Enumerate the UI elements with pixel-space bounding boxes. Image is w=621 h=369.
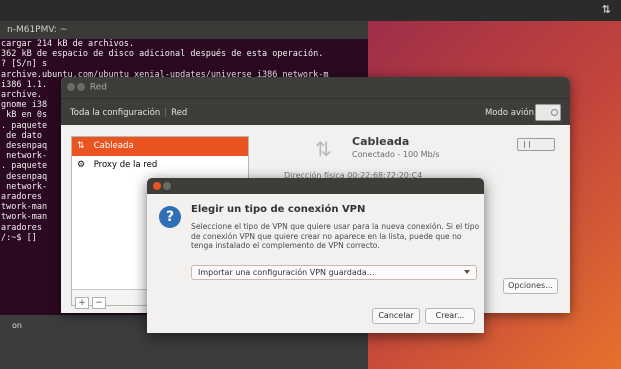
sidebar-item-proxy[interactable]: ⚙ Proxy de la red [72, 156, 248, 175]
select-value: Importar una configuración VPN guardada.… [198, 268, 375, 277]
network-toolbar: Toda la configuración | Red Modo avión [61, 98, 570, 125]
network-indicator-icon[interactable]: ⇅ [602, 3, 611, 16]
connection-title: Cableada [352, 135, 410, 148]
proxy-icon: ⚙ [77, 160, 86, 170]
vpn-type-select[interactable]: Importar una configuración VPN guardada.… [191, 265, 477, 280]
terminal-line: cargar 214 kB de archivos. [1, 39, 135, 49]
close-icon[interactable] [67, 82, 75, 91]
terminal-lower-text: on [12, 321, 22, 330]
sidebar-item-label: Cableada [93, 141, 134, 151]
close-icon[interactable] [153, 182, 161, 190]
chevron-down-icon [464, 270, 470, 274]
airplane-mode-label: Modo avión [484, 108, 534, 118]
wired-connection-switch[interactable] [517, 138, 555, 151]
connection-status: Conectado - 100 Mb/s [352, 150, 440, 159]
breadcrumb-separator: | [164, 108, 168, 118]
window-controls[interactable] [67, 82, 87, 92]
question-icon: ? [159, 206, 181, 228]
top-panel: ⇅ [0, 0, 621, 21]
minimize-icon[interactable] [163, 182, 171, 190]
switch-knob [551, 109, 558, 116]
airplane-mode-switch[interactable] [535, 104, 561, 121]
options-button[interactable]: Opciones... [503, 278, 558, 294]
dialog-titlebar[interactable] [147, 178, 484, 194]
switch-knob [524, 141, 530, 148]
breadcrumb-all-settings[interactable]: Toda la configuración [70, 108, 160, 118]
terminal-line: 362 kB de espacio de disco adicional des… [1, 49, 324, 60]
add-connection-button[interactable]: + [75, 297, 89, 309]
minimize-icon[interactable] [77, 82, 85, 91]
breadcrumb-network: Red [171, 108, 188, 118]
dialog-description: Seleccione el tipo de VPN que quiere usa… [191, 222, 480, 250]
network-window-titlebar[interactable]: Red [61, 77, 570, 98]
terminal-title: n-M61PMV: ~ [0, 21, 368, 39]
wired-network-icon: ⇅ [77, 141, 85, 151]
wired-connection-icon: ⇅ [315, 137, 332, 161]
cancel-button[interactable]: Cancelar [372, 308, 420, 324]
remove-connection-button[interactable]: − [92, 297, 106, 309]
create-button[interactable]: Crear... [425, 308, 475, 324]
vpn-type-dialog: ? Elegir un tipo de conexión VPN Selecci… [147, 178, 484, 333]
dialog-heading: Elegir un tipo de conexión VPN [191, 204, 366, 215]
window-title: Red [89, 82, 107, 93]
sidebar-item-wired[interactable]: ⇅ Cableada [72, 137, 248, 156]
terminal-line: ? [S/n] s [1, 59, 48, 70]
sidebar-item-label: Proxy de la red [93, 160, 158, 170]
